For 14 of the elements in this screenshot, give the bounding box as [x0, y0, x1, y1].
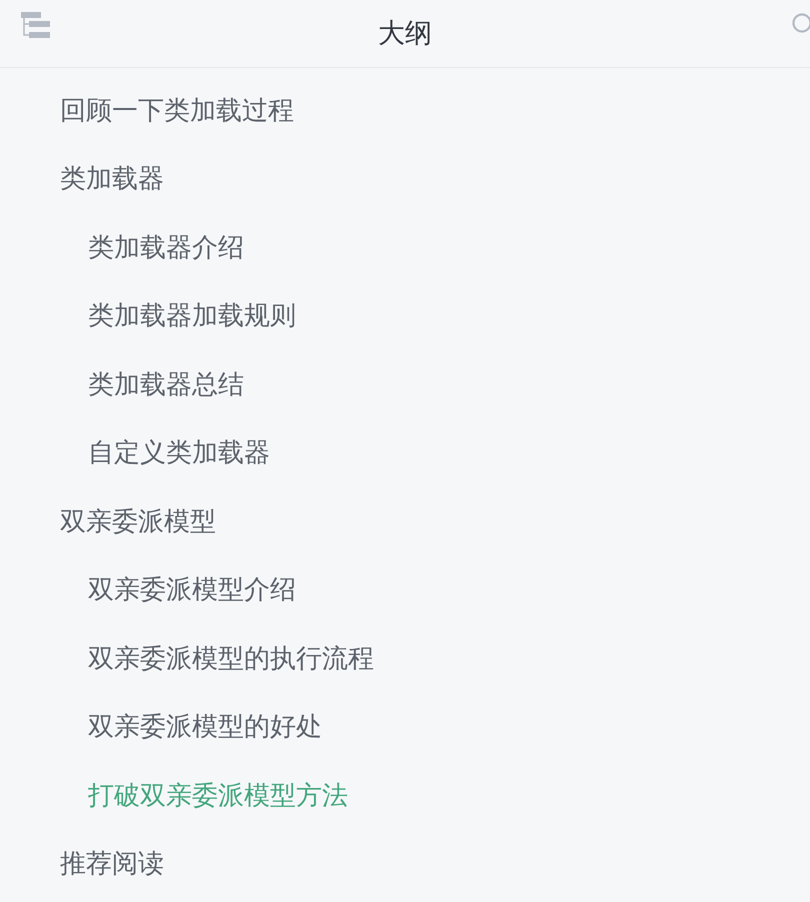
outline-item[interactable]: 回顾一下类加载过程 [60, 90, 294, 130]
outline-item[interactable]: 双亲委派模型的执行流程 [88, 638, 374, 678]
panel-title: 大纲 [378, 17, 432, 50]
outline-item[interactable]: 类加载器 [60, 159, 164, 198]
search-icon[interactable] [791, 12, 810, 34]
outline-item[interactable]: 推荐阅读 [60, 844, 164, 884]
outline-item[interactable]: 类加载器介绍 [88, 228, 244, 267]
outline-item[interactable]: 类加载器总结 [88, 364, 244, 404]
outline-item[interactable]: 双亲委派模型介绍 [88, 570, 296, 610]
outline-item[interactable]: 双亲委派模型 [60, 502, 216, 541]
outline-icon[interactable] [21, 12, 50, 40]
outline-item[interactable]: 类加载器加载规则 [88, 296, 296, 336]
outline-item[interactable]: 自定义类加载器 [88, 433, 270, 472]
outline-item[interactable]: 双亲委派模型的好处 [88, 707, 322, 746]
